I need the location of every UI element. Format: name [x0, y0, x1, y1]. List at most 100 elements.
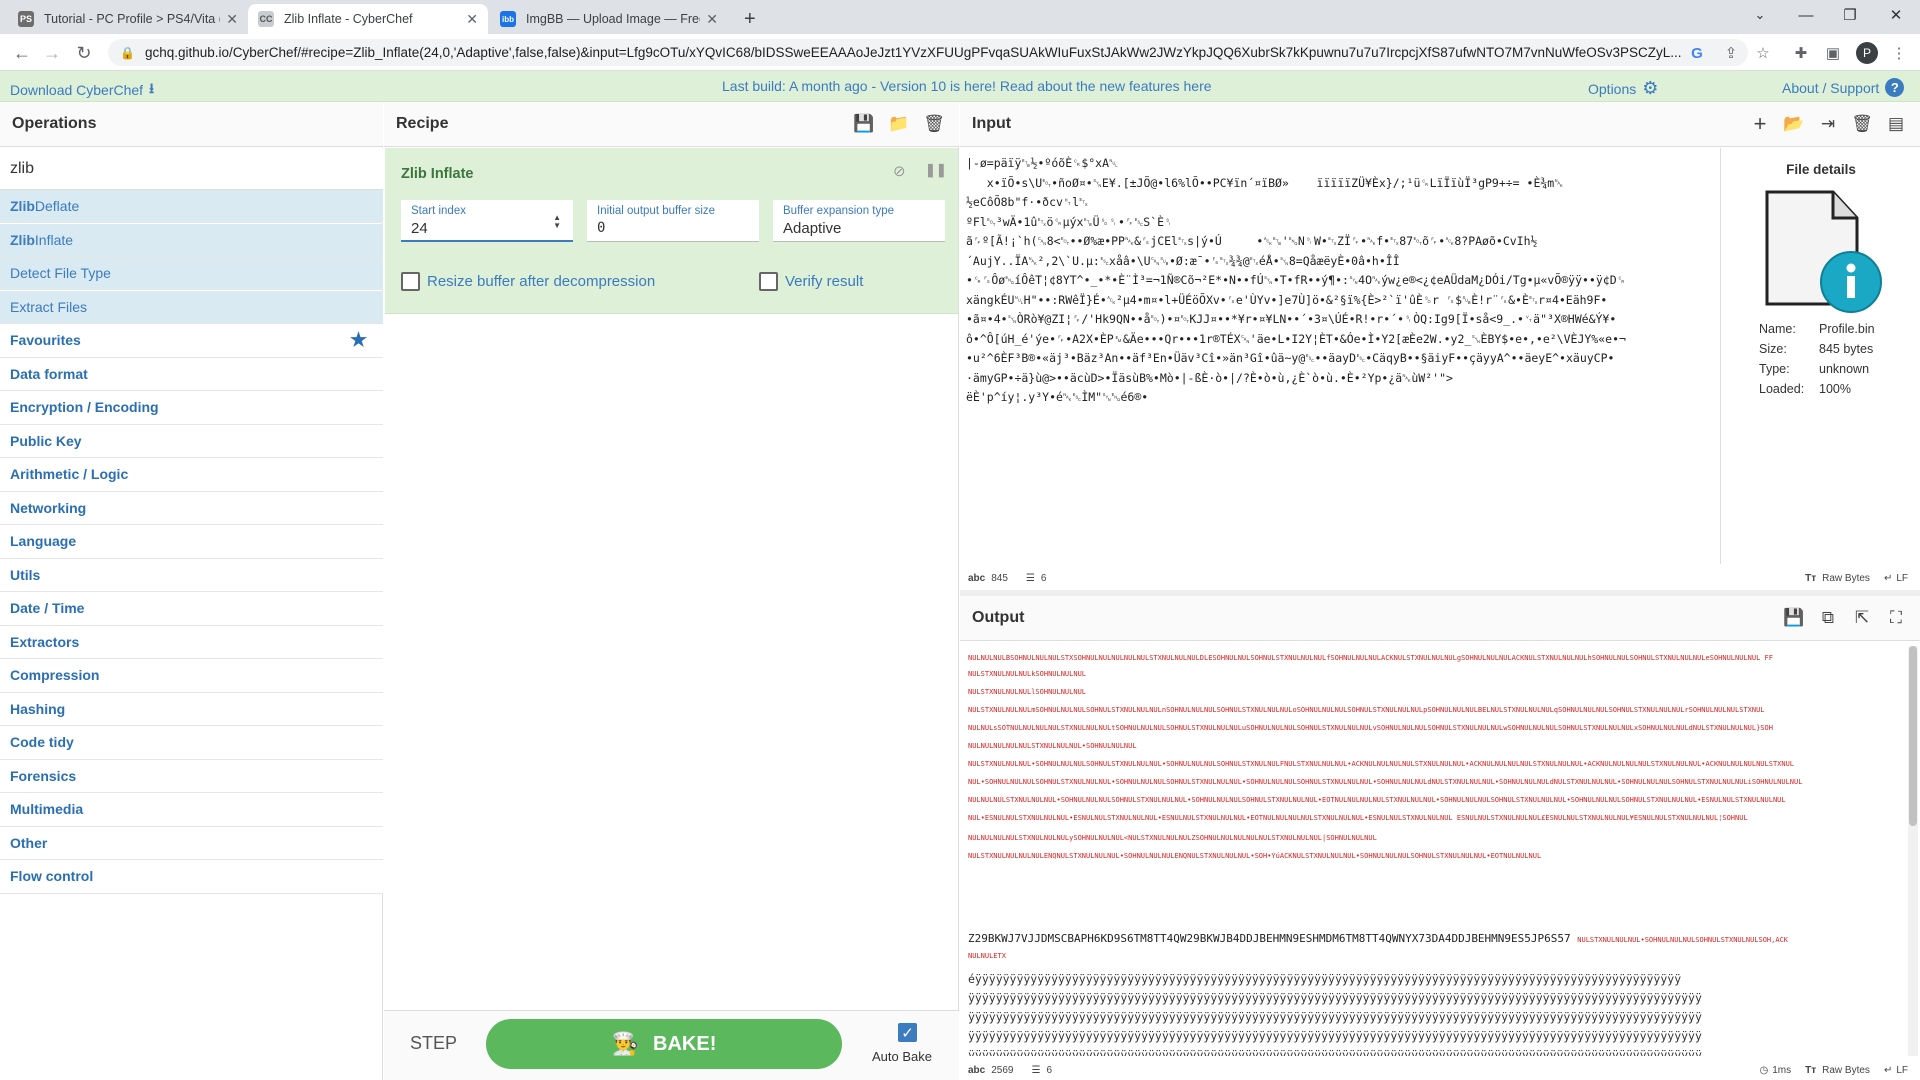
operation-category[interactable]: Utils [0, 558, 383, 592]
file-details-title: File details [1786, 162, 1856, 177]
operation-category[interactable]: Arithmetic / Logic [0, 458, 383, 492]
copy-output-icon[interactable]: ⧉ [1816, 606, 1840, 630]
input-textarea[interactable]: |-ø=päïÿ␗½•ºóõÈ␍$°xA␀ x•ïÕ•s\U␄•ñoØ¤•␖E¥… [966, 154, 1680, 564]
recipe-title-text: Recipe [396, 115, 449, 132]
operation-category[interactable]: Networking [0, 491, 383, 525]
maximise-output-icon[interactable]: ⛶ [1884, 606, 1908, 630]
output-control-chars-line: NUL•ESNULNULSTXNULNULNUL•ESNULNULSTXNULN… [968, 814, 1748, 822]
back-arrow-icon[interactable]: ← [10, 41, 34, 65]
input-line: ´AujY..ÏA␕²,2\`U.µ:␛xåâ•\U␘␚•Ø:æ¯•␜␃¾¾@␃… [966, 253, 1400, 268]
output-eol[interactable]: LF [1896, 1065, 1908, 1076]
reload-icon[interactable]: ↻ [72, 41, 96, 65]
op-result-match: Zlib [10, 198, 35, 214]
op-result-label: Deflate [34, 198, 80, 214]
about-support-button[interactable]: About / Support ? [1782, 78, 1905, 97]
build-notice[interactable]: Last build: A month ago - Version 10 is … [722, 78, 1212, 94]
save-output-icon[interactable]: 💾 [1782, 606, 1806, 630]
operation-category[interactable]: Public Key [0, 424, 383, 458]
browser-tab-active[interactable]: CC Zlib Inflate - CyberChef ✕ [248, 4, 488, 34]
operation-category[interactable]: Flow control [0, 860, 383, 894]
buffer-expansion-type-select[interactable]: Buffer expansion type Adaptive [773, 200, 945, 242]
forward-arrow-icon[interactable]: → [40, 41, 64, 65]
operation-category[interactable]: Data format [0, 357, 383, 391]
add-tab-plus-icon[interactable]: + [1748, 111, 1772, 136]
resize-buffer-checkbox[interactable] [401, 272, 420, 291]
step-button[interactable]: STEP [410, 1033, 457, 1054]
browser-tab[interactable]: PS Tutorial - PC Profile > PS4/Vita (F ✕ [8, 4, 248, 34]
open-folder-icon[interactable]: 📂 [1782, 112, 1806, 136]
close-window-icon[interactable]: ✕ [1876, 4, 1916, 26]
scrollbar-thumb[interactable] [1909, 646, 1917, 826]
operation-category[interactable]: Extractors [0, 625, 383, 659]
output-control-chars-line: NULNULsSOTNULNULNULNULSTXNULNULNULtSOHNU… [968, 724, 1773, 732]
lines-icon: ☰ [1025, 572, 1035, 584]
verify-result-checkbox[interactable] [759, 272, 778, 291]
download-link[interactable]: Download CyberChef ⭳ [10, 78, 154, 102]
initial-output-buffer-size-field[interactable]: Initial output buffer size 0 [587, 200, 759, 242]
input-eol[interactable]: LF [1896, 573, 1908, 584]
spinner-arrows-icon[interactable]: ▲ ▼ [553, 214, 561, 230]
address-bar[interactable]: 🔒 gchq.github.io/CyberChef/#recipe=Zlib_… [108, 39, 1748, 66]
google-icon[interactable]: G [1686, 42, 1708, 64]
chef-icon: 👨‍🍳 [611, 1031, 640, 1056]
side-panel-icon[interactable]: ▣ [1822, 42, 1844, 64]
operation-category[interactable]: Multimedia [0, 793, 383, 827]
operation-result[interactable]: Extract Files [0, 290, 383, 324]
operation-category[interactable]: Forensics [0, 759, 383, 793]
category-label: Compression [10, 667, 100, 684]
operation-result[interactable]: Detect File Type [0, 257, 383, 290]
auto-bake-checkbox[interactable]: ✓ [898, 1023, 917, 1042]
replace-input-icon[interactable]: ⇱ [1850, 606, 1874, 630]
disable-op-icon[interactable]: ⊘ [893, 162, 906, 180]
output-title-text: Output [972, 609, 1025, 626]
operation-category[interactable]: Compression [0, 659, 383, 693]
output-encoding[interactable]: Raw Bytes [1822, 1065, 1870, 1076]
output-textarea[interactable]: NULNULNULBSOHNULNULNULSTXSOHNULNULNULNUL… [960, 646, 1906, 1056]
bake-button[interactable]: 👨‍🍳 BAKE! [486, 1019, 842, 1069]
extensions-icon[interactable]: ✚ [1790, 42, 1812, 64]
breakpoint-pause-icon[interactable]: ❚❚ [925, 162, 947, 178]
tab-title: Tutorial - PC Profile > PS4/Vita (F [44, 12, 221, 26]
open-file-icon[interactable]: ⇥ [1816, 112, 1840, 136]
clear-input-trash-icon[interactable]: 🗑 [1850, 112, 1874, 136]
output-fill-block: éÿÿÿÿÿÿÿÿÿÿÿÿÿÿÿÿÿÿÿÿÿÿÿÿÿÿÿÿÿÿÿÿÿÿÿÿÿÿÿ… [968, 970, 1898, 1056]
restore-icon[interactable]: ❐ [1830, 4, 1870, 26]
browser-tab[interactable]: ibb ImgBB — Upload Image — Free ✕ [490, 4, 728, 34]
reset-layout-icon[interactable]: ▤ [1884, 112, 1908, 136]
category-label: Flow control [10, 868, 94, 885]
op-result-label: Extract Files [10, 298, 88, 315]
menu-kebab-icon[interactable]: ⋮ [1888, 42, 1910, 64]
close-icon[interactable]: ✕ [466, 11, 478, 28]
operation-result[interactable]: Zlib Deflate [0, 190, 383, 223]
close-icon[interactable]: ✕ [706, 11, 718, 28]
start-index-field[interactable]: Start index 24 ▲ ▼ [401, 200, 573, 242]
operation-category[interactable]: Code tidy [0, 726, 383, 760]
avatar[interactable]: P [1856, 42, 1878, 64]
operation-category[interactable]: Date / Time [0, 592, 383, 626]
new-tab-button[interactable]: + [734, 4, 764, 34]
operation-category[interactable]: Language [0, 525, 383, 559]
operation-category[interactable]: Other [0, 826, 383, 860]
operations-search-input[interactable] [0, 148, 383, 190]
share-icon[interactable]: ⇪ [1720, 42, 1742, 64]
file-details-panel: File details Name: Profile.bin Size: 845 by… [1720, 148, 1920, 564]
operation-result[interactable]: Zlib Inflate [0, 223, 383, 257]
bookmark-star-icon[interactable]: ☆ [1752, 42, 1774, 64]
operation-category[interactable]: Favourites ★ [0, 324, 383, 358]
close-icon[interactable]: ✕ [226, 11, 238, 28]
minimize-icon[interactable]: — [1786, 4, 1826, 26]
operation-category[interactable]: Encryption / Encoding [0, 391, 383, 425]
options-button[interactable]: Options ⚙ [1588, 78, 1658, 99]
recipe-operation-zlib-inflate[interactable]: Zlib Inflate ⊘ ❚❚ Start index 24 ▲ ▼ Init… [385, 148, 958, 314]
save-recipe-icon[interactable]: 💾 [852, 112, 876, 136]
input-status-bar: abc 845 ☰ 6 Tт Raw Bytes ↵ LF [968, 568, 1908, 588]
clear-recipe-trash-icon[interactable]: 🗑 [922, 112, 946, 136]
load-recipe-folder-icon[interactable]: 📁 [887, 112, 911, 136]
file-detail-key: Type: [1759, 362, 1790, 376]
operation-category[interactable]: Hashing [0, 692, 383, 726]
input-encoding[interactable]: Raw Bytes [1822, 573, 1870, 584]
eol-icon: ↵ [1883, 572, 1893, 584]
tab-search-icon[interactable]: ⌄ [1740, 4, 1780, 26]
file-detail-value: Profile.bin [1819, 322, 1875, 336]
output-scrollbar[interactable] [1908, 646, 1918, 1056]
